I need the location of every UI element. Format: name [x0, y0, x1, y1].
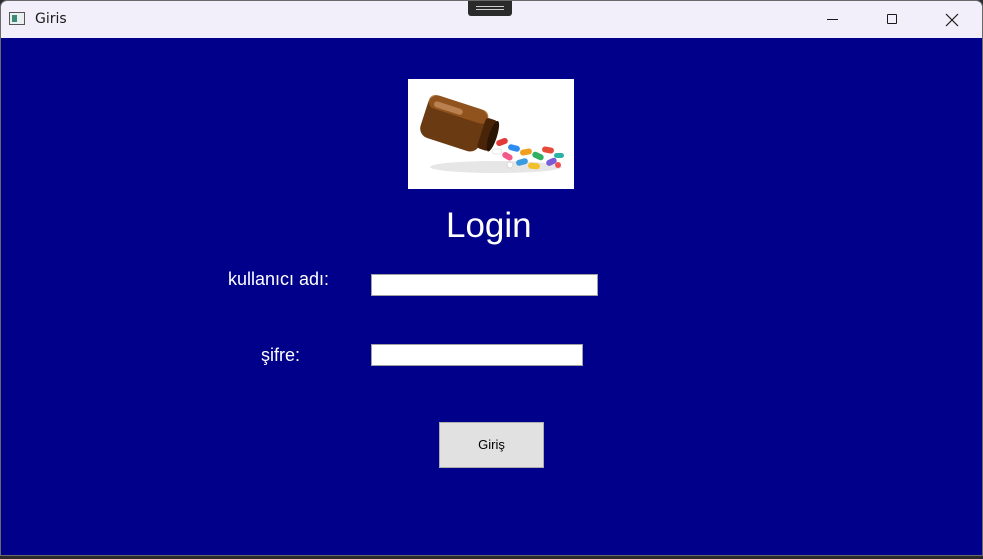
maximize-icon [887, 14, 897, 24]
username-field[interactable] [371, 274, 598, 296]
password-label: şifre: [261, 345, 301, 365]
maximize-button[interactable] [869, 1, 915, 38]
drag-handle-icon[interactable] [468, 1, 512, 16]
minimize-icon [827, 19, 838, 20]
pill-bottle-image [408, 79, 574, 189]
window-app-icon [9, 12, 25, 25]
window-title: Giris [35, 11, 67, 27]
username-label: kullanıcı adı: [228, 269, 330, 289]
login-button[interactable]: Giriş [439, 422, 544, 468]
password-field[interactable] [371, 344, 583, 366]
login-heading: Login [446, 206, 532, 245]
form-client-area: Login kullanıcı adı: şifre: Giriş [1, 38, 982, 555]
title-bar[interactable]: Giris [1, 1, 982, 38]
close-icon [945, 13, 959, 27]
login-window: Giris Login kullanıcı adı: şifre: Giriş [0, 0, 983, 556]
close-button[interactable] [929, 1, 975, 38]
minimize-button[interactable] [809, 1, 855, 38]
